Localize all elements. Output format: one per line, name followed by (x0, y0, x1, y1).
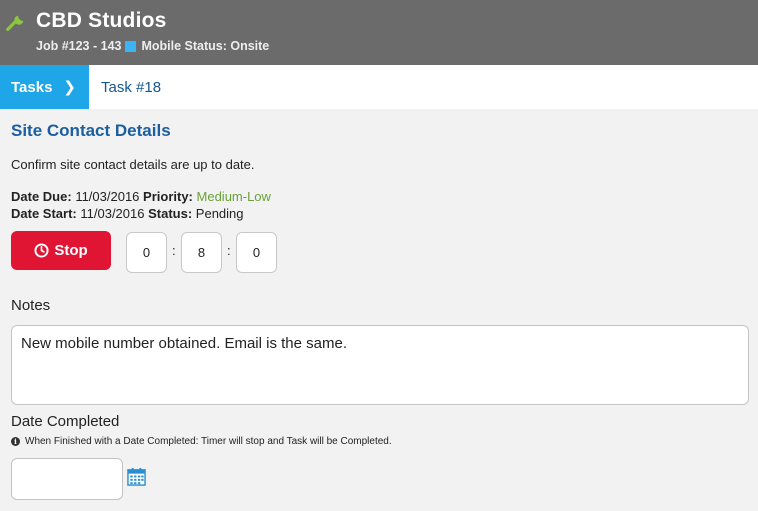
stop-button[interactable]: Stop (11, 231, 111, 270)
job-number: Job #123 - 143 (36, 39, 122, 53)
timer-hours-field[interactable]: 0 (126, 232, 167, 273)
date-start-value: 11/03/2016 (80, 206, 145, 221)
status-color-square (125, 40, 137, 52)
status-label: Status: (148, 206, 193, 221)
job-subline: Job #123 - 143 Mobile Status: Onsite (36, 39, 269, 53)
priority-value: Medium-Low (196, 189, 271, 204)
date-due-value: 11/03/2016 (75, 189, 140, 204)
task-title: Site Contact Details (11, 121, 171, 140)
info-icon: i (11, 437, 20, 446)
notes-textarea[interactable]: New mobile number obtained. Email is the… (11, 325, 749, 405)
clock-icon (34, 243, 49, 258)
notes-label: Notes (11, 297, 51, 314)
stop-label: Stop (54, 242, 88, 259)
timer-separator: : (172, 243, 176, 258)
date-completed-hint-text: When Finished with a Date Completed: Tim… (25, 436, 392, 447)
meta-row-start: Date Start: 11/03/2016 Status: Pending (11, 206, 244, 221)
date-completed-hint: i When Finished with a Date Completed: T… (11, 436, 392, 447)
date-completed-input[interactable] (11, 458, 123, 500)
breadcrumb-current-task: Task #18 (101, 78, 162, 96)
breadcrumb-tasks-label: Tasks (11, 78, 53, 96)
timer-seconds-field[interactable]: 0 (236, 232, 277, 273)
breadcrumb: Tasks ❯ Task #18 (0, 65, 758, 109)
breadcrumb-tasks-link[interactable]: Tasks ❯ (0, 65, 89, 109)
date-completed-label: Date Completed (11, 413, 120, 430)
timer-minutes-field[interactable]: 8 (181, 232, 222, 273)
date-due-label: Date Due: (11, 189, 72, 204)
mobile-status: Mobile Status: Onsite (141, 39, 270, 53)
date-start-label: Date Start: (11, 206, 77, 221)
status-value: Pending (195, 206, 244, 221)
chevron-right-icon: ❯ (63, 79, 76, 96)
task-description: Confirm site contact details are up to d… (11, 157, 255, 172)
priority-label: Priority: (143, 189, 193, 204)
app-header: CBD Studios Job #123 - 143 Mobile Status… (0, 0, 758, 65)
timer-separator: : (227, 243, 231, 258)
calendar-icon[interactable] (127, 467, 146, 486)
app-title: CBD Studios (36, 9, 167, 32)
wrench-icon (6, 15, 24, 32)
meta-row-due: Date Due: 11/03/2016 Priority: Medium-Lo… (11, 189, 271, 204)
